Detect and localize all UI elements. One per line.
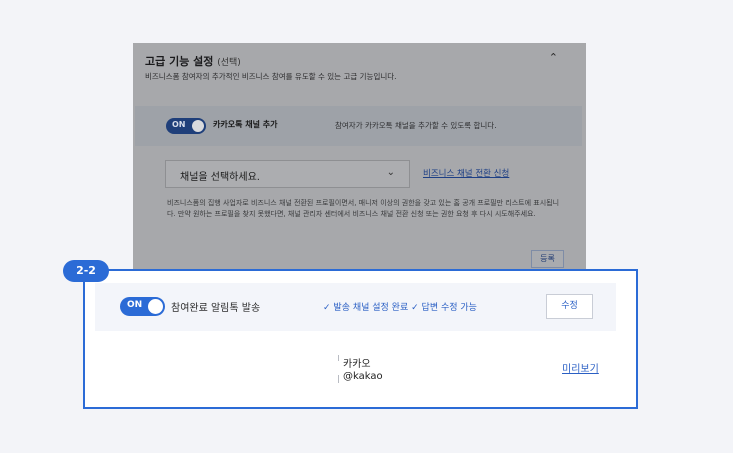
business-channel-convert-link[interactable]: 비즈니스 채널 전환 신청 <box>423 167 509 179</box>
advanced-settings-panel: 고급 기능 설정 (선택) ⌃ 비즈니스폼 참여자의 추가적인 비즈니스 참여를… <box>133 43 586 273</box>
advanced-settings-title: 고급 기능 설정 (선택) <box>145 53 241 69</box>
sender-id: @kakao <box>343 371 383 382</box>
status-channel-set: 발송 채널 설정 완료 <box>333 303 409 313</box>
check-icon: ✓ <box>411 303 419 313</box>
alimtalk-label: 참여완료 알림톡 발송 <box>171 303 261 314</box>
sender-name: 카카오 <box>343 359 371 370</box>
chevron-down-icon: ⌄ <box>386 167 395 178</box>
channel-add-help: 참여자가 카카오톡 채널을 추가할 수 있도록 합니다. <box>335 121 497 130</box>
channel-add-toggle[interactable]: ON <box>166 118 206 134</box>
toggle-on-label: ON <box>127 300 143 310</box>
step-badge: 2-2 <box>63 260 109 282</box>
alimtalk-card: ON 참여완료 알림톡 발송 ✓ 발송 채널 설정 완료 ✓ 답변 수정 가능 … <box>83 269 638 409</box>
divider <box>338 375 339 383</box>
register-button[interactable]: 등록 <box>531 250 564 268</box>
alimtalk-toggle[interactable]: ON <box>120 297 165 316</box>
profile-note: 비즈니스폼의 집행 사업자로 비즈니스 채널 전환된 프로필이면서, 매니저 이… <box>167 199 560 218</box>
advanced-settings-description: 비즈니스폼 참여자의 추가적인 비즈니스 참여를 유도할 수 있는 고급 기능입… <box>145 72 397 81</box>
toggle-on-label: ON <box>172 120 186 129</box>
check-icon: ✓ <box>323 303 331 313</box>
channel-select-value: 채널을 선택하세요. <box>180 172 260 183</box>
advanced-title-text: 고급 기능 설정 <box>145 55 214 68</box>
chevron-up-icon[interactable]: ⌃ <box>549 51 558 64</box>
preview-link[interactable]: 미리보기 <box>562 360 599 375</box>
toggle-knob <box>148 299 163 314</box>
alimtalk-row: ON 참여완료 알림톡 발송 ✓ 발송 채널 설정 완료 ✓ 답변 수정 가능 … <box>95 283 616 331</box>
status-answer-editable: 답변 수정 가능 <box>421 303 477 313</box>
alimtalk-status: ✓ 발송 채널 설정 완료 ✓ 답변 수정 가능 <box>323 300 477 313</box>
divider <box>338 355 339 361</box>
channel-add-row: ON 카카오톡 채널 추가 참여자가 카카오톡 채널을 추가할 수 있도록 합니… <box>135 106 582 146</box>
edit-button[interactable]: 수정 <box>546 294 593 319</box>
optional-label: (선택) <box>217 58 241 68</box>
channel-add-label: 카카오톡 채널 추가 <box>213 120 278 129</box>
toggle-knob <box>192 120 204 132</box>
channel-select[interactable]: 채널을 선택하세요. ⌄ <box>165 160 410 188</box>
